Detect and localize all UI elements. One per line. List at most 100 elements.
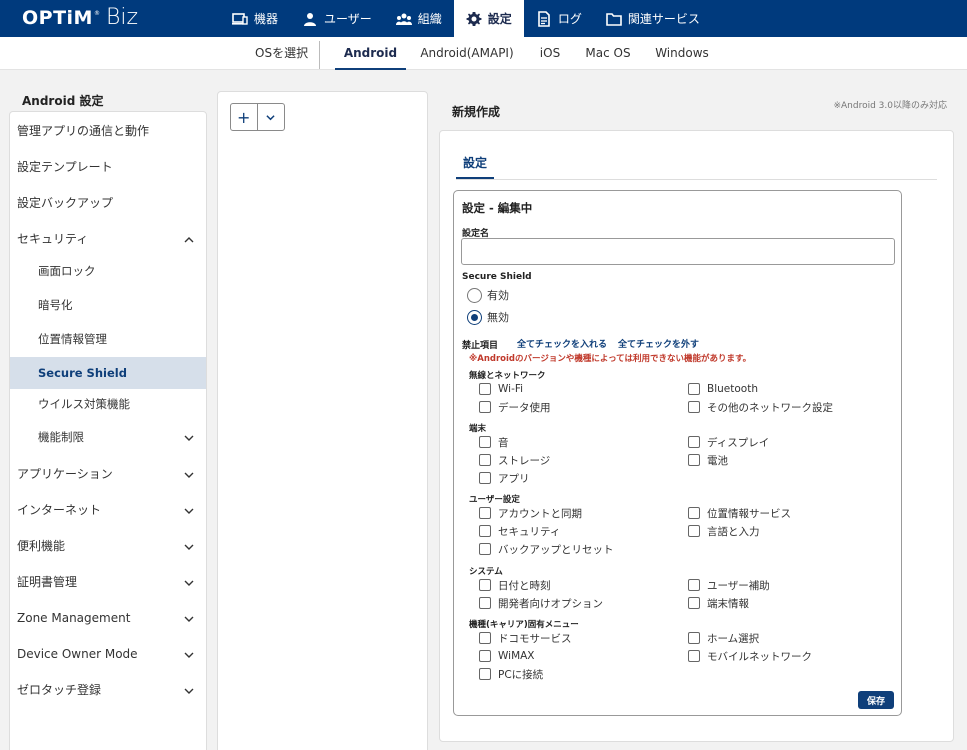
checkbox-accounts-sync[interactable]: アカウントと同期 [479,506,582,520]
nav-users[interactable]: ユーザー [290,0,384,37]
checkbox-other-network[interactable]: その他のネットワーク設定 [688,400,833,414]
nav-log[interactable]: ログ [524,0,594,37]
chevron-down-icon[interactable] [184,685,194,695]
chevron-down-icon[interactable] [184,541,194,551]
sidebar-item-template[interactable]: 設定テンプレート [10,149,206,184]
checkbox-label: Bluetooth [707,383,758,395]
sidebar-item-label: ゼロタッチ登録 [17,683,102,697]
sidebar-item-applications[interactable]: アプリケーション [10,456,206,491]
chevron-down-icon[interactable] [184,505,194,515]
sidebar-item-label: 管理アプリの通信と動作 [17,124,150,138]
sidebar-item-encryption[interactable]: 暗号化 [10,289,206,321]
checkbox-label: ドコモサービス [498,632,572,645]
edit-title: 設定 - 編集中 [462,201,533,215]
sidebar-item-label: セキュリティ [17,232,89,246]
optim-biz-logo[interactable]: OPTiM ® Biz [22,5,138,31]
sidebar-item-screen-lock[interactable]: 画面ロック [10,255,206,287]
nav-related-services[interactable]: 関連サービス [594,0,712,37]
compatibility-warning: ※Androidのバージョンや機種によっては利用できない機能があります。 [469,354,752,364]
chevron-up-icon[interactable] [184,234,194,244]
checkbox [688,632,700,644]
add-dropdown-button[interactable] [258,104,284,130]
uncheck-all-link[interactable]: 全てチェックを外す [618,337,699,350]
logo-reg-mark: ® [93,10,100,17]
nav-settings[interactable]: 設定 [453,0,524,37]
sidebar-item-zone-management[interactable]: Zone Management [10,600,206,635]
sidebar-item-security[interactable]: セキュリティ [10,221,206,256]
sidebar-item-secure-shield[interactable]: Secure Shield [10,357,206,389]
checkbox [688,383,700,395]
save-button[interactable]: 保存 [858,691,894,709]
sidebar-item-label: アプリケーション [17,467,113,481]
nav-label: ログ [557,12,582,26]
nav-devices[interactable]: 機器 [220,0,290,37]
checkbox-home-select[interactable]: ホーム選択 [688,631,759,645]
tab-ios[interactable]: iOS [532,37,568,70]
logo-product: Biz [105,5,139,30]
nav-organization[interactable]: 組織 [384,0,454,37]
checkbox-label: WiMAX [498,650,535,662]
checkbox-battery[interactable]: 電池 [688,453,728,467]
checkbox-date-time[interactable]: 日付と時刻 [479,578,551,592]
checkbox-wimax[interactable]: WiMAX [479,649,535,663]
chevron-down-icon[interactable] [184,613,194,623]
checkbox-security[interactable]: セキュリティ [479,524,560,538]
sidebar-item-label: 暗号化 [38,298,73,312]
checkbox-pc-connection[interactable]: PCに接続 [479,667,543,681]
checkbox-wifi[interactable]: Wi-Fi [479,382,523,396]
category-title: 無線とネットワーク [469,371,546,381]
checkbox-mobile-network[interactable]: モバイルネットワーク [688,649,812,663]
checkbox-language-input[interactable]: 言語と入力 [688,524,760,538]
sidebar-item-internet[interactable]: インターネット [10,492,206,527]
checkbox-docomo-service[interactable]: ドコモサービス [479,631,572,645]
log-icon [536,10,552,27]
sidebar-item-zero-touch[interactable]: ゼロタッチ登録 [10,672,206,707]
sidebar-item-backup[interactable]: 設定バックアップ [10,185,206,220]
checkbox-device-info[interactable]: 端末情報 [688,596,749,610]
tab-android[interactable]: Android [335,37,406,70]
add-button[interactable]: + [231,104,258,130]
gear-icon [466,11,482,27]
organization-icon [395,11,412,27]
checkbox [688,507,700,519]
checkbox [479,668,491,680]
sidebar-item-antivirus[interactable]: ウイルス対策機能 [10,388,206,420]
sidebar-item-label: 便利機能 [17,539,66,553]
checkbox-bluetooth[interactable]: Bluetooth [688,382,758,396]
sidebar-item-location[interactable]: 位置情報管理 [10,323,206,355]
sidebar-item-restrictions[interactable]: 機能制限 [10,421,206,453]
os-separator [319,41,320,69]
chevron-down-icon[interactable] [184,432,194,442]
checkbox-apps[interactable]: アプリ [479,471,530,485]
tab-android-amapi[interactable]: Android(AMAPI) [415,37,519,70]
tab-macos[interactable]: Mac OS [580,37,636,70]
radio-disabled[interactable]: 無効 [467,308,509,326]
check-all-link[interactable]: 全てチェックを入れる [517,337,607,350]
checkbox-developer-options[interactable]: 開発者向けオプション [479,596,603,610]
checkbox-storage[interactable]: ストレージ [479,453,550,467]
chevron-down-icon[interactable] [184,577,194,587]
checkbox [479,454,491,466]
chevron-down-icon[interactable] [184,649,194,659]
sidebar-item-certificates[interactable]: 証明書管理 [10,564,206,599]
checkbox-label: 電池 [707,454,728,467]
checkbox-location-services[interactable]: 位置情報サービス [688,506,791,520]
checkbox-sound[interactable]: 音 [479,435,509,449]
checkbox-accessibility[interactable]: ユーザー補助 [688,578,770,592]
tab-windows[interactable]: Windows [650,37,714,70]
sidebar-item-communication[interactable]: 管理アプリの通信と動作 [10,113,206,148]
settings-editor-panel: 設定 設定 - 編集中 設定名 Secure Shield 有効 無効 禁止項目… [439,130,954,742]
checkbox [479,579,491,591]
android-version-note: ※Android 3.0以降のみ対応 [833,101,947,111]
sidebar-item-device-owner-mode[interactable]: Device Owner Mode [10,636,206,671]
checkbox [479,543,491,555]
checkbox-display[interactable]: ディスプレイ [688,435,769,449]
tab-settings[interactable]: 設定 [456,151,495,179]
setting-name-input[interactable] [461,238,895,265]
chevron-down-icon[interactable] [184,469,194,479]
sidebar-item-utilities[interactable]: 便利機能 [10,528,206,563]
checkbox-data-usage[interactable]: データ使用 [479,400,551,414]
checkbox-backup-reset[interactable]: バックアップとリセット [479,542,614,556]
radio-enabled[interactable]: 有効 [467,286,509,304]
secure-shield-label: Secure Shield [462,272,532,282]
